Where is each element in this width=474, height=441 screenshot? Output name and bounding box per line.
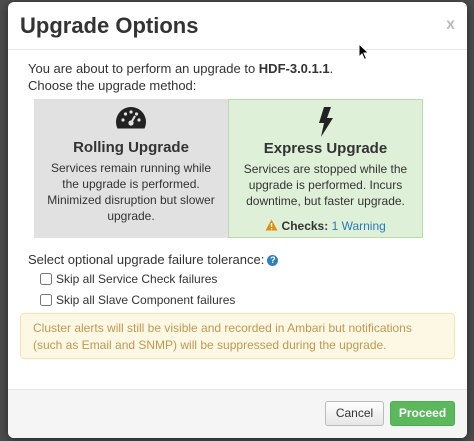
express-upgrade-title: Express Upgrade [263, 140, 388, 157]
cancel-button[interactable]: Cancel [325, 401, 384, 426]
intro-text: You are about to perform an upgrade to H… [28, 60, 333, 94]
skip-service-check-checkbox[interactable] [40, 273, 52, 285]
dialog-header: Upgrade Options x [8, 2, 467, 50]
dialog-title: Upgrade Options [20, 13, 199, 38]
express-upgrade-option[interactable]: Express Upgrade Services are stopped whi… [228, 99, 423, 238]
intro-line-1: You are about to perform an upgrade to H… [28, 61, 334, 76]
warning-icon [265, 219, 278, 231]
proceed-button[interactable]: Proceed [390, 401, 455, 426]
checks-warning-link[interactable]: 1 Warning [332, 219, 386, 233]
rolling-upgrade-title: Rolling Upgrade [73, 139, 189, 156]
skip-slave-component-checkbox[interactable] [40, 294, 52, 306]
dialog-footer: Cancel Proceed [8, 389, 467, 438]
close-icon[interactable]: x [446, 16, 455, 34]
rolling-upgrade-option[interactable]: Rolling Upgrade Services remain running … [34, 99, 228, 238]
rolling-upgrade-description: Services remain running while the upgrad… [47, 161, 215, 223]
target-version: HDF-3.0.1.1 [258, 61, 330, 76]
speedometer-icon [116, 107, 146, 129]
express-checks: Checks: 1 Warning [229, 219, 422, 233]
skip-slave-component-option[interactable]: Skip all Slave Component failures [40, 293, 235, 307]
mouse-cursor-icon [358, 43, 370, 61]
help-icon[interactable]: ? [267, 255, 279, 266]
skip-service-check-option[interactable]: Skip all Service Check failures [40, 272, 217, 286]
failure-tolerance-label: Select optional upgrade failure toleranc… [28, 252, 279, 267]
intro-line-2: Choose the upgrade method: [28, 78, 197, 93]
upgrade-options-dialog: Upgrade Options x You are about to perfo… [8, 2, 467, 438]
express-upgrade-description: Services are stopped while the upgrade i… [243, 162, 408, 208]
checks-label: Checks: [281, 219, 329, 233]
lightning-bolt-icon [318, 107, 333, 137]
alert-suppression-notice: Cluster alerts will still be visible and… [20, 313, 455, 359]
